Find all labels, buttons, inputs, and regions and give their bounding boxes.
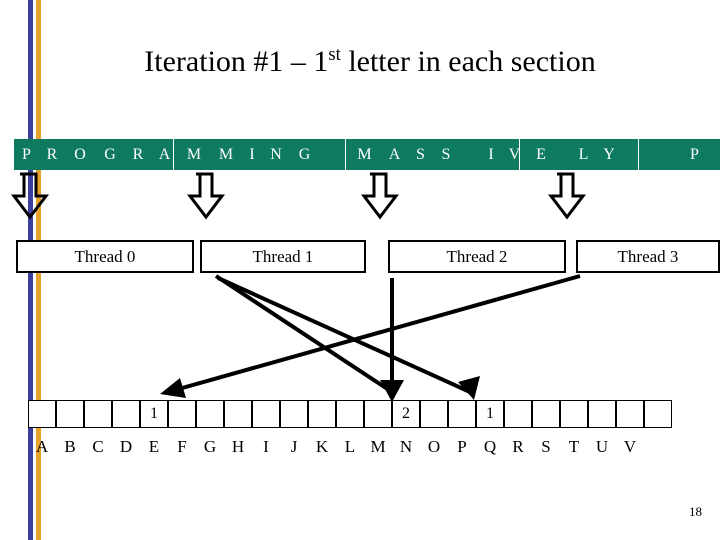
page-number: 18	[689, 504, 702, 519]
slide-canvas: Iteration #1 – 1st letter in each sectio…	[0, 0, 720, 540]
input-section-divider	[345, 139, 346, 170]
output-letter-label: V	[623, 437, 637, 456]
input-char-cell: M	[218, 146, 234, 163]
title-suffix: letter in each section	[340, 45, 596, 78]
output-cell	[420, 400, 448, 428]
input-char-cell: O	[74, 146, 86, 163]
arrowhead-d	[160, 378, 186, 398]
thread-box-3: Thread 3	[576, 240, 720, 273]
input-char-cell: S	[416, 146, 425, 163]
block-arrow-2	[360, 172, 400, 220]
output-cell	[196, 400, 224, 428]
output-letter-label: J	[290, 437, 298, 456]
output-letter-label: E	[148, 437, 160, 456]
arrowhead-b	[458, 376, 480, 400]
input-char-cell: A	[388, 146, 401, 163]
output-letter-label: F	[177, 437, 187, 456]
output-letter-label: T	[568, 437, 580, 456]
output-letter-label: D	[119, 437, 133, 456]
output-cell	[588, 400, 616, 428]
output-letter-label: G	[203, 437, 217, 456]
input-char-cell: M	[357, 146, 372, 163]
output-cell	[644, 400, 672, 428]
input-char-cell: S	[441, 146, 451, 163]
arrowhead-a	[380, 380, 404, 402]
block-arrow-group	[10, 172, 587, 220]
input-char-cell: E	[536, 146, 546, 163]
output-cell	[56, 400, 84, 428]
mapping-arrow-t0	[214, 274, 394, 394]
input-char-cell: I	[249, 146, 255, 163]
title-dash: – 1	[290, 45, 329, 78]
mapping-arrowhead-group	[160, 376, 480, 402]
title-superscript: st	[328, 44, 341, 65]
input-char-cell: M	[186, 146, 202, 163]
output-cell	[336, 400, 364, 428]
output-cell	[364, 400, 392, 428]
input-char-cell	[319, 139, 348, 170]
thread-box-0: Thread 0	[16, 240, 194, 273]
input-char-cell: V	[508, 146, 521, 163]
output-cell	[616, 400, 644, 428]
output-letter-label: P	[457, 437, 467, 456]
input-char-cell: N	[270, 146, 282, 163]
output-letter-label: B	[64, 437, 76, 456]
input-section-divider	[519, 139, 520, 170]
output-letter-label: L	[344, 437, 356, 456]
thread-box-2: Thread 2	[388, 240, 566, 273]
input-char-cell: G	[104, 146, 116, 163]
output-cell	[560, 400, 588, 428]
output-cell	[280, 400, 308, 428]
output-letter-label: R	[512, 437, 524, 456]
input-char-cell: P	[690, 146, 699, 163]
output-cell	[84, 400, 112, 428]
input-char-cell: L	[578, 146, 589, 163]
output-letter-label: O	[427, 437, 441, 456]
output-letter-label: K	[315, 437, 329, 456]
input-char-cell	[622, 139, 669, 170]
output-letter-label: C	[92, 437, 104, 456]
block-arrow-3	[547, 172, 587, 220]
output-cell	[252, 400, 280, 428]
output-cell	[168, 400, 196, 428]
output-letter-label: A	[35, 437, 49, 456]
output-letter-label: U	[595, 437, 609, 456]
title-prefix: Iteration #1	[144, 45, 291, 78]
output-letter-label: I	[263, 437, 269, 456]
mapping-arrow-group	[167, 274, 581, 394]
input-char-cell	[459, 139, 481, 170]
output-cell	[112, 400, 140, 428]
thread-box-1: Thread 1	[200, 240, 366, 273]
output-cell-count: 2	[402, 405, 410, 422]
output-cell	[448, 400, 476, 428]
output-cell-count: 1	[150, 405, 158, 422]
arrowhead-c	[381, 380, 403, 402]
input-char-cell: G	[298, 146, 311, 163]
input-char-cell	[554, 139, 571, 170]
input-char-cell: Y	[603, 146, 615, 163]
output-cell	[224, 400, 252, 428]
output-letter-label: N	[399, 437, 413, 456]
page-title: Iteration #1 – 1st letter in each sectio…	[60, 44, 680, 79]
output-letter-label: S	[541, 437, 551, 456]
output-letter-label: M	[370, 437, 386, 456]
output-cell	[504, 400, 532, 428]
input-char-cell: R	[46, 146, 58, 163]
mapping-arrow-t3	[167, 274, 581, 394]
input-char-cell: R	[132, 146, 144, 163]
output-cell	[28, 400, 56, 428]
output-letter-label: Q	[483, 437, 497, 456]
output-letter-label: H	[231, 437, 245, 456]
input-section-divider	[173, 139, 174, 170]
input-char-cell: P	[22, 146, 31, 163]
output-cell-count: 1	[486, 405, 494, 422]
output-cell	[308, 400, 336, 428]
input-char-cell: I	[488, 146, 494, 163]
input-string-band: PROGRAMMINGMASSIVELYP	[14, 139, 720, 170]
output-cell	[532, 400, 560, 428]
block-arrow-1	[186, 172, 226, 220]
input-section-divider	[638, 139, 639, 170]
mapping-arrow-t1	[217, 276, 471, 394]
